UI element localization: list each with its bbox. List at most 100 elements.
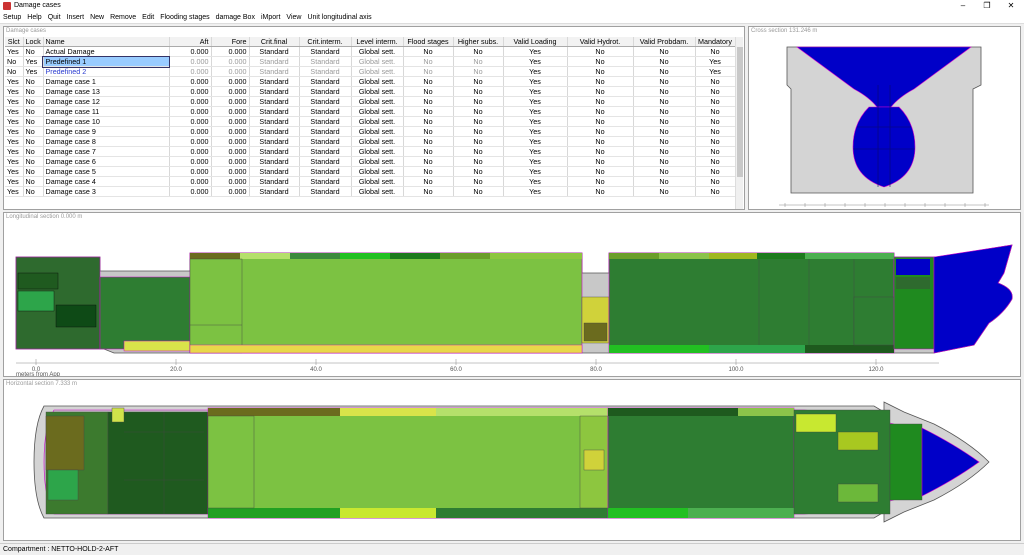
table-cell[interactable]: No bbox=[23, 166, 44, 178]
table-cell[interactable]: No bbox=[453, 46, 504, 58]
table-cell[interactable]: No bbox=[695, 86, 736, 98]
table-cell[interactable]: No bbox=[403, 96, 454, 108]
table-cell[interactable]: Yes bbox=[503, 96, 568, 108]
table-cell[interactable]: 0.000 bbox=[169, 46, 212, 58]
table-cell[interactable]: 0.000 bbox=[211, 66, 250, 78]
table-cell[interactable]: Standard bbox=[249, 116, 300, 128]
table-cell[interactable]: Yes bbox=[5, 116, 24, 128]
table-cell[interactable]: Damage case 3 bbox=[43, 186, 170, 198]
menu-edit[interactable]: Edit bbox=[139, 12, 157, 24]
table-cell[interactable]: 0.000 bbox=[169, 186, 212, 198]
table-cell[interactable]: No bbox=[567, 76, 634, 88]
menu-remove[interactable]: Remove bbox=[107, 12, 139, 24]
table-cell[interactable]: No bbox=[633, 176, 696, 188]
table-cell[interactable]: Yes bbox=[5, 186, 24, 198]
table-cell[interactable]: Standard bbox=[299, 76, 352, 88]
table-row[interactable]: Yes No Damage case 3 0.000 0.000 Standard Stan… bbox=[5, 186, 736, 198]
table-cell[interactable]: 0.000 bbox=[169, 146, 212, 158]
table-cell[interactable]: No bbox=[567, 116, 634, 128]
column-header[interactable]: Slct bbox=[5, 37, 24, 48]
table-cell[interactable]: No bbox=[567, 136, 634, 148]
table-row[interactable]: Yes No Damage case 7 0.000 0.000 Standard Stan… bbox=[5, 146, 736, 158]
table-cell[interactable]: No bbox=[633, 86, 696, 98]
menu-unit-longitudinal-axis[interactable]: Unit longitudinal axis bbox=[304, 12, 374, 24]
table-cell[interactable]: No bbox=[403, 46, 454, 58]
table-cell[interactable]: Yes bbox=[503, 76, 568, 88]
table-cell[interactable]: Standard bbox=[249, 96, 300, 108]
table-cell[interactable]: No bbox=[23, 146, 44, 158]
table-cell[interactable]: Yes bbox=[503, 166, 568, 178]
table-cell[interactable]: Yes bbox=[503, 106, 568, 118]
table-cell[interactable]: No bbox=[633, 96, 696, 108]
table-cell[interactable]: No bbox=[695, 136, 736, 148]
table-cell[interactable]: 0.000 bbox=[169, 76, 212, 88]
table-cell[interactable]: No bbox=[5, 66, 24, 78]
table-cell[interactable]: No bbox=[633, 186, 696, 198]
table-cell[interactable]: No bbox=[23, 186, 44, 198]
table-row[interactable]: Yes No Damage case 11 0.000 0.000 Standard Sta… bbox=[5, 106, 736, 118]
table-cell[interactable]: No bbox=[453, 96, 504, 108]
maximize-icon[interactable]: ❐ bbox=[974, 0, 1000, 12]
table-cell[interactable]: Damage case 7 bbox=[43, 146, 170, 158]
table-cell[interactable]: No bbox=[453, 166, 504, 178]
table-cell[interactable]: Global sett. bbox=[351, 136, 404, 148]
table-cell[interactable]: No bbox=[403, 116, 454, 128]
table-cell[interactable]: Global sett. bbox=[351, 156, 404, 168]
table-cell[interactable]: No bbox=[453, 106, 504, 118]
table-cell[interactable]: No bbox=[695, 186, 736, 198]
table-cell[interactable]: Yes bbox=[503, 86, 568, 98]
table-cell[interactable]: No bbox=[633, 76, 696, 88]
table-cell[interactable]: Yes bbox=[23, 66, 44, 78]
table-cell[interactable]: Standard bbox=[299, 116, 352, 128]
table-cell[interactable]: No bbox=[695, 166, 736, 178]
table-cell[interactable]: Yes bbox=[5, 106, 24, 118]
table-cell[interactable]: 0.000 bbox=[211, 156, 250, 168]
table-cell[interactable]: Standard bbox=[299, 186, 352, 198]
table-row[interactable]: Yes No Damage case 10 0.000 0.000 Standard Sta… bbox=[5, 116, 736, 128]
table-cell[interactable]: 0.000 bbox=[169, 66, 212, 78]
table-cell[interactable]: 0.000 bbox=[169, 106, 212, 118]
table-cell[interactable]: 0.000 bbox=[169, 176, 212, 188]
table-cell[interactable]: No bbox=[403, 146, 454, 158]
table-cell[interactable]: Standard bbox=[249, 136, 300, 148]
table-cell[interactable]: Global sett. bbox=[351, 166, 404, 178]
minimize-icon[interactable]: – bbox=[950, 0, 976, 12]
table-cell[interactable]: No bbox=[567, 176, 634, 188]
table-cell[interactable]: No bbox=[695, 146, 736, 158]
table-cell[interactable]: 0.000 bbox=[211, 146, 250, 158]
table-row[interactable]: Yes No Damage case 1 0.000 0.000 Standard Stan… bbox=[5, 76, 736, 88]
table-cell[interactable]: No bbox=[567, 46, 634, 58]
table-cell[interactable]: No bbox=[695, 46, 736, 58]
table-cell[interactable]: Predefined 1 bbox=[42, 55, 170, 68]
table-cell[interactable]: Yes bbox=[23, 56, 44, 68]
table-cell[interactable]: Yes bbox=[695, 66, 736, 78]
table-cell[interactable]: No bbox=[567, 66, 634, 78]
table-cell[interactable]: Damage case 6 bbox=[43, 156, 170, 168]
table-row[interactable]: Yes No Damage case 5 0.000 0.000 Standard Stan… bbox=[5, 166, 736, 178]
table-cell[interactable]: No bbox=[695, 126, 736, 138]
table-cell[interactable]: Global sett. bbox=[351, 86, 404, 98]
table-cell[interactable]: Standard bbox=[299, 66, 352, 78]
table-cell[interactable]: Predefined 2 bbox=[43, 66, 170, 78]
table-cell[interactable]: Standard bbox=[249, 166, 300, 178]
table-cell[interactable]: 0.000 bbox=[169, 126, 212, 138]
table-cell[interactable]: Yes bbox=[503, 176, 568, 188]
table-cell[interactable]: No bbox=[23, 156, 44, 168]
table-cell[interactable]: No bbox=[567, 56, 634, 68]
table-cell[interactable]: Standard bbox=[249, 176, 300, 188]
table-cell[interactable]: No bbox=[567, 156, 634, 168]
table-cell[interactable]: No bbox=[633, 106, 696, 118]
table-cell[interactable]: Global sett. bbox=[351, 106, 404, 118]
menu-flooding-stages[interactable]: Flooding stages bbox=[157, 12, 212, 24]
table-cell[interactable]: Standard bbox=[299, 56, 352, 68]
column-header[interactable]: Crit.interm. bbox=[299, 37, 352, 48]
table-cell[interactable]: No bbox=[567, 96, 634, 108]
table-cell[interactable]: Yes bbox=[5, 76, 24, 88]
table-cell[interactable]: 0.000 bbox=[169, 156, 212, 168]
table-row[interactable]: Yes No Actual Damage 0.000 0.000 Standard Stan… bbox=[5, 46, 736, 58]
table-cell[interactable]: Global sett. bbox=[351, 116, 404, 128]
table-cell[interactable]: Standard bbox=[249, 146, 300, 158]
table-cell[interactable]: No bbox=[453, 156, 504, 168]
table-cell[interactable]: No bbox=[695, 116, 736, 128]
column-header[interactable]: Lock bbox=[23, 37, 44, 48]
